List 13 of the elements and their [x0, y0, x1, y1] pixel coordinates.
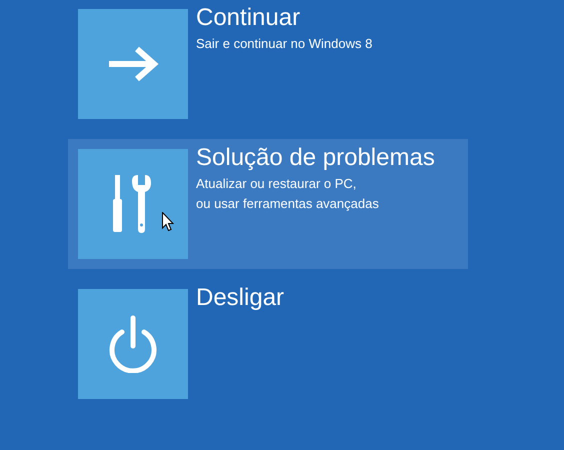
- option-title: Continuar: [196, 3, 302, 33]
- troubleshoot-option[interactable]: Solução de problemas Atualizar ou restaurar o PC, ou usar ferramentas avançadas: [68, 139, 468, 269]
- option-description: ou usar ferramentas avançadas: [196, 195, 380, 213]
- option-description: Sair e continuar no Windows 8: [196, 35, 372, 53]
- tools-icon: [112, 175, 154, 233]
- power-icon: [108, 315, 158, 373]
- arrow-icon: [107, 46, 159, 82]
- option-description: Atualizar ou restaurar o PC,: [196, 175, 358, 193]
- continue-option[interactable]: Continuar Sair e continuar no Windows 8: [68, 0, 468, 129]
- option-title: Solução de problemas: [196, 143, 435, 173]
- mouse-cursor-icon: [162, 212, 174, 232]
- shutdown-option[interactable]: Desligar: [68, 279, 468, 409]
- option-title: Desligar: [196, 283, 284, 313]
